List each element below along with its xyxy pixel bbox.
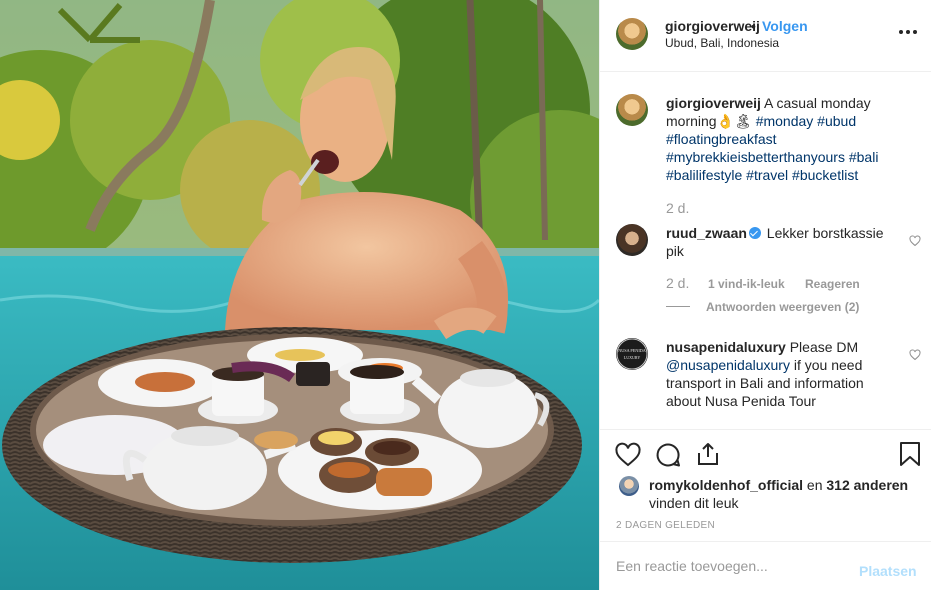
- comment-nusapenida: nusapenidaluxury Please DM @nusapenidalu…: [666, 338, 902, 410]
- header-separator: •: [751, 18, 756, 34]
- post-comment-button[interactable]: Plaatsen: [859, 563, 917, 579]
- comment-like-heart-icon[interactable]: [909, 235, 921, 247]
- comment-text-cont: pik: [666, 243, 684, 259]
- comment-avatar-nusapenida[interactable]: NUSA PENIDA LUXURY: [616, 338, 648, 370]
- comment-text: Please DM: [789, 339, 859, 355]
- post-side-panel: giorgioverweij • Volgen Ubud, Bali, Indo…: [599, 0, 931, 590]
- comment-text-cont: about Nusa Penida Tour: [666, 393, 816, 409]
- verified-badge-icon: [748, 227, 761, 239]
- caption-age[interactable]: 2 d.: [666, 200, 689, 216]
- comment-text-cont: if you need: [793, 357, 863, 373]
- likes-connector: en: [806, 477, 823, 493]
- comment-ruud: ruud_zwaan Lekker borstkassie pik: [666, 224, 902, 260]
- comment-input[interactable]: [616, 557, 846, 575]
- bookmark-icon[interactable]: [897, 441, 923, 467]
- svg-text:NUSA PENIDA: NUSA PENIDA: [618, 348, 646, 353]
- caption: giorgioverweij A casual monday morning👌🏝…: [666, 94, 902, 184]
- caption-hashtags-1[interactable]: #monday #ubud: [756, 113, 856, 129]
- comment-icon[interactable]: [655, 442, 681, 468]
- comments-section[interactable]: giorgioverweij A casual monday morning👌🏝…: [600, 72, 931, 430]
- post-timestamp[interactable]: 2 DAGEN GELEDEN: [616, 520, 715, 531]
- comment-age[interactable]: 2 d.: [666, 275, 689, 291]
- caption-avatar[interactable]: [616, 94, 648, 126]
- likes-summary: romykoldenhof_official en 312 anderen vi…: [649, 476, 909, 512]
- comment-likes-count[interactable]: 1 vind-ik-leuk: [708, 277, 785, 291]
- liker-username[interactable]: romykoldenhof_official: [649, 477, 803, 493]
- post-actions: romykoldenhof_official en 312 anderen vi…: [600, 430, 931, 542]
- post-location[interactable]: Ubud, Bali, Indonesia: [665, 36, 779, 50]
- view-replies-button[interactable]: Antwoorden weergeven (2): [706, 300, 859, 314]
- heart-icon[interactable]: [615, 442, 641, 468]
- post-photo[interactable]: [0, 0, 599, 590]
- comment-username[interactable]: nusapenidaluxury: [666, 339, 786, 355]
- comment-mention[interactable]: @nusapenidaluxury: [666, 357, 790, 373]
- comment-like-heart-icon[interactable]: [909, 349, 921, 361]
- replies-divider: [666, 306, 690, 307]
- more-horizontal-icon[interactable]: [897, 24, 919, 40]
- photo-illustration: [0, 0, 599, 590]
- caption-username[interactable]: giorgioverweij: [666, 95, 761, 111]
- comment-avatar-ruud[interactable]: [616, 224, 648, 256]
- caption-hashtags-3[interactable]: #mybrekkieisbetterthanyours #bali: [666, 149, 878, 165]
- comment-text: Lekker borstkassie: [766, 225, 884, 241]
- author-avatar[interactable]: [616, 18, 648, 50]
- follow-button[interactable]: Volgen: [762, 18, 808, 34]
- reply-button[interactable]: Reageren: [805, 277, 860, 291]
- comment-username[interactable]: ruud_zwaan: [666, 225, 747, 241]
- share-icon[interactable]: [695, 441, 721, 467]
- author-username[interactable]: giorgioverweij: [665, 18, 760, 34]
- post-header: giorgioverweij • Volgen Ubud, Bali, Indo…: [600, 0, 931, 72]
- add-comment-form: Plaatsen: [600, 542, 931, 590]
- caption-hashtags-2[interactable]: #floatingbreakfast: [666, 131, 777, 147]
- nusapenida-logo-icon: NUSA PENIDA LUXURY: [616, 338, 648, 370]
- likes-suffix: vinden dit leuk: [649, 495, 739, 511]
- liker-avatar[interactable]: [619, 476, 639, 496]
- caption-hashtags-4[interactable]: #balilifestyle #travel #bucketlist: [666, 167, 858, 183]
- comment-text-cont: transport in Bali and information: [666, 375, 864, 391]
- svg-text:LUXURY: LUXURY: [624, 355, 641, 360]
- likes-others-button[interactable]: 312 anderen: [826, 477, 908, 493]
